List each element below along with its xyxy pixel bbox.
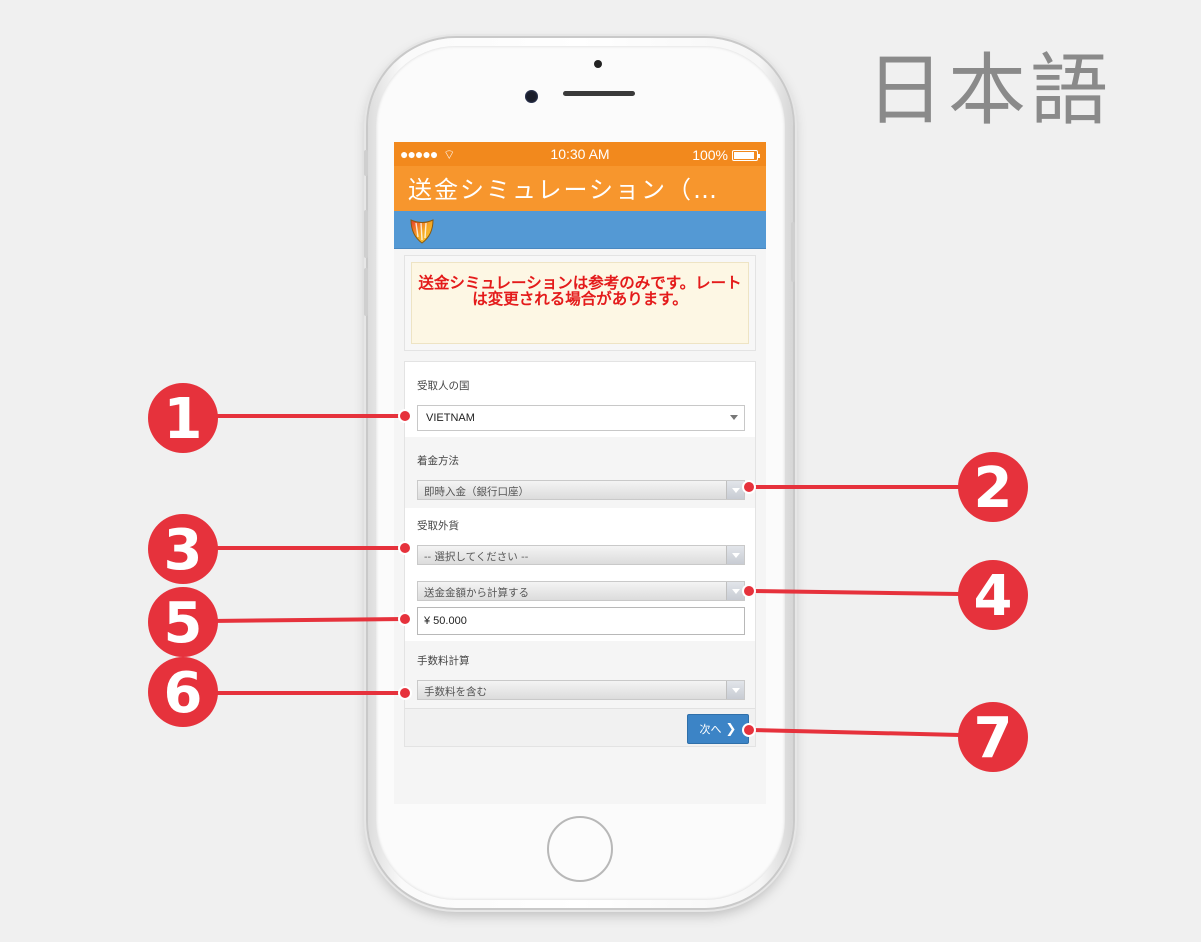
chevron-down-icon xyxy=(726,582,744,600)
callout-number-5: 5 xyxy=(164,591,203,656)
callout-number-1: 1 xyxy=(164,387,203,452)
proximity-sensor xyxy=(594,60,602,68)
language-label: 日本語 xyxy=(866,46,1113,136)
callout-number-6: 6 xyxy=(164,661,203,726)
volume-down-button[interactable] xyxy=(364,268,368,316)
callout-number-7: 7 xyxy=(974,706,1013,771)
currency-select-value: -- 選択してください -- xyxy=(424,551,529,563)
callout-number-2: 2 xyxy=(974,456,1013,521)
method-label: 着金方法 xyxy=(417,455,459,467)
callout-badge-1 xyxy=(148,383,218,453)
amount-input[interactable]: ¥ 50.000 xyxy=(417,607,745,635)
home-button[interactable] xyxy=(547,816,613,882)
chevron-down-icon xyxy=(726,481,744,499)
calc-basis-select-value: 送金金額から計算する xyxy=(424,587,529,599)
currency-select[interactable]: -- 選択してください -- xyxy=(417,545,745,565)
power-button[interactable] xyxy=(791,222,795,282)
callout-badge-4 xyxy=(958,560,1028,630)
callout-number-4: 4 xyxy=(974,564,1013,629)
chevron-right-icon: ❯ xyxy=(725,721,737,737)
battery-indicator: 100% xyxy=(692,147,760,163)
battery-percent: 100% xyxy=(692,147,728,163)
earpiece-speaker xyxy=(563,91,635,96)
next-button[interactable]: 次へ ❯ xyxy=(687,714,749,744)
fee-label: 手数料計算 xyxy=(417,655,470,667)
disclaimer-notice: 送金シミュレーションは参考のみです。レートは変更される場合があります。 xyxy=(411,262,749,344)
country-select-value: VIETNAM xyxy=(426,412,475,424)
app-header-bar xyxy=(394,211,766,249)
fee-select[interactable]: 手数料を含む xyxy=(417,680,745,700)
fee-select-value: 手数料を含む xyxy=(424,686,487,698)
calc-basis-select[interactable]: 送金金額から計算する xyxy=(417,581,745,601)
caret-down-icon xyxy=(730,415,738,420)
callout-badge-7 xyxy=(958,702,1028,772)
app-screen: ●●●●● ⌔ 10:30 AM 100% 送金シミュレーション（… 送金シミュ… xyxy=(394,142,766,804)
callout-number-3: 3 xyxy=(164,518,203,583)
simulation-form: 受取人の国 VIETNAM 着金方法 即時入金（銀行口座） 受取外貨 -- 選択… xyxy=(404,361,756,747)
form-footer: 次へ ❯ xyxy=(405,708,755,746)
shield-logo-icon xyxy=(410,219,434,244)
callout-badge-2 xyxy=(958,452,1028,522)
country-select[interactable]: VIETNAM xyxy=(417,405,745,431)
chevron-down-icon xyxy=(726,681,744,699)
method-select[interactable]: 即時入金（銀行口座） xyxy=(417,480,745,500)
battery-icon xyxy=(732,149,760,161)
method-select-value: 即時入金（銀行口座） xyxy=(424,486,529,498)
chevron-down-icon xyxy=(726,546,744,564)
callout-badge-5 xyxy=(148,587,218,657)
status-bar: ●●●●● ⌔ 10:30 AM 100% xyxy=(394,142,766,166)
callout-badge-3 xyxy=(148,514,218,584)
next-button-label: 次へ xyxy=(699,723,722,736)
front-camera xyxy=(525,90,538,103)
notice-panel: 送金シミュレーションは参考のみです。レートは変更される場合があります。 xyxy=(404,255,756,351)
country-label: 受取人の国 xyxy=(417,380,470,392)
currency-label: 受取外貨 xyxy=(417,520,459,532)
volume-up-button[interactable] xyxy=(364,210,368,258)
mute-switch[interactable] xyxy=(364,150,368,176)
callout-badge-6 xyxy=(148,657,218,727)
page-title: 送金シミュレーション（… xyxy=(394,166,766,211)
